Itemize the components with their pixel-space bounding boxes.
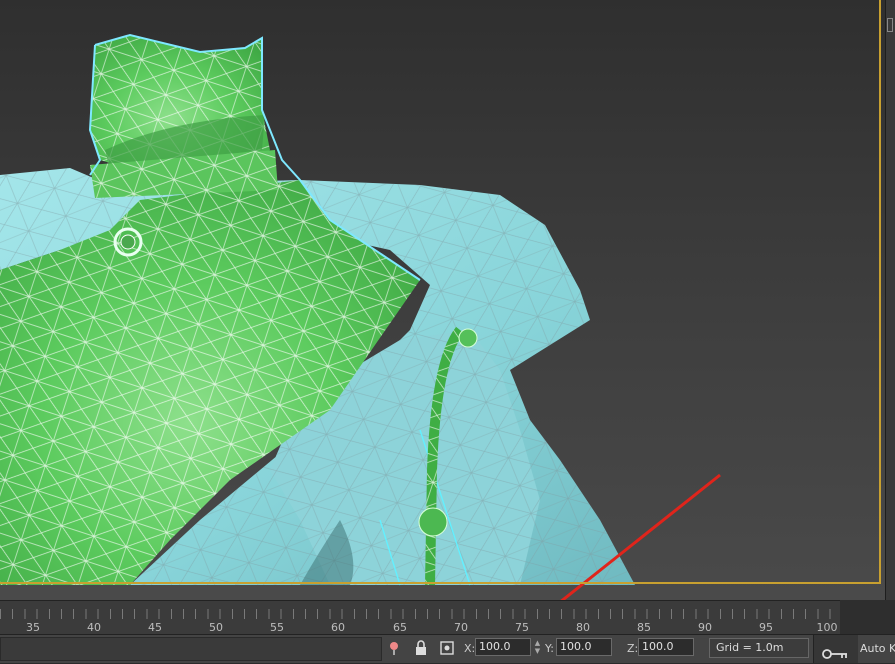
y-coordinate-field[interactable]: 100.0 bbox=[556, 638, 612, 656]
timeline-tick-label: 80 bbox=[576, 621, 590, 634]
auto-key-button[interactable]: Auto Ke bbox=[860, 642, 895, 655]
timeline-tick-label: 100 bbox=[816, 621, 838, 634]
transform-mode-icon[interactable] bbox=[439, 640, 455, 656]
timeline-tick-label: 60 bbox=[331, 621, 345, 634]
timeline-tick-label: 70 bbox=[454, 621, 468, 634]
timeline-tick-label: 45 bbox=[148, 621, 162, 634]
timeline-tick-label: 65 bbox=[393, 621, 407, 634]
z-label: Z: bbox=[627, 642, 639, 655]
key-icon bbox=[822, 645, 848, 664]
timeline-corner bbox=[840, 600, 895, 634]
panel-handle[interactable] bbox=[887, 18, 893, 32]
timeline-tick-label: 55 bbox=[270, 621, 284, 634]
lock-icon[interactable] bbox=[413, 640, 429, 656]
grid-spacing-display: Grid = 1.0m bbox=[709, 638, 809, 658]
timeline-tick-label: 75 bbox=[515, 621, 529, 634]
viewport[interactable] bbox=[0, 0, 895, 600]
set-key-button[interactable] bbox=[813, 635, 858, 663]
y-label: Y: bbox=[545, 642, 554, 655]
x-label: X: bbox=[464, 642, 476, 655]
timeline[interactable]: 35 40 45 50 55 60 65 70 75 80 85 90 95 1… bbox=[0, 600, 840, 635]
3d-scene[interactable] bbox=[0, 0, 895, 600]
timeline-tick-label: 85 bbox=[637, 621, 651, 634]
timeline-tick-label: 35 bbox=[26, 621, 40, 634]
pin-icon[interactable] bbox=[386, 640, 402, 656]
x-spinner[interactable]: ▲ ▼ bbox=[533, 639, 542, 655]
maxscript-listener[interactable] bbox=[0, 637, 382, 661]
timeline-track[interactable] bbox=[0, 609, 835, 619]
timeline-tick-label: 95 bbox=[759, 621, 773, 634]
z-coordinate-field[interactable]: 100.0 bbox=[638, 638, 694, 656]
x-coordinate-field[interactable]: 100.0 bbox=[475, 638, 531, 656]
status-bar: X: 100.0 ▲ ▼ Y: 100.0 Z: 100.0 Grid = 1.0… bbox=[0, 634, 895, 663]
timeline-tick-label: 40 bbox=[87, 621, 101, 634]
timeline-tick-label: 50 bbox=[209, 621, 223, 634]
timeline-tick-label: 90 bbox=[698, 621, 712, 634]
command-panel-edge[interactable] bbox=[885, 0, 895, 600]
